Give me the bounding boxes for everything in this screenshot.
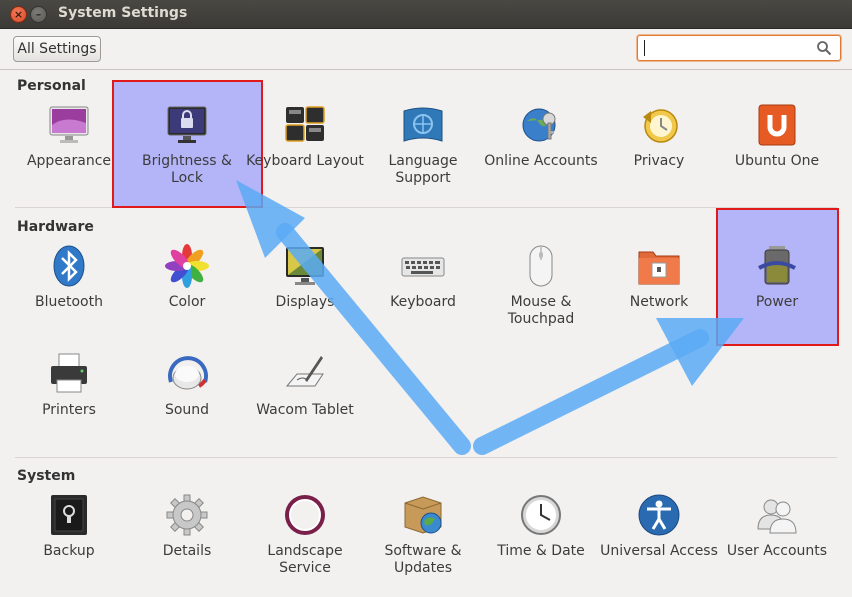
text-caret: [644, 40, 645, 56]
backup-icon: [51, 495, 87, 535]
keyboard-label: Keyboard: [390, 294, 456, 310]
keyboard-layout-label: Keyboard Layout: [246, 153, 364, 169]
close-icon: ×: [13, 8, 24, 21]
toolbar: All Settings: [0, 29, 852, 70]
search-input[interactable]: [637, 35, 841, 61]
color-icon: [165, 244, 209, 288]
software-updates-label: Software & Updates: [384, 543, 462, 576]
time-date-label: Time & Date: [497, 543, 585, 559]
gear-icon: [166, 494, 208, 536]
wacom-tablet-icon: [285, 356, 324, 387]
landscape-service-label: Landscape Service: [267, 543, 343, 576]
appearance-icon: [49, 106, 89, 143]
network-label: Network: [629, 294, 689, 310]
landscape-icon: [285, 495, 325, 535]
bluetooth-label: Bluetooth: [35, 294, 103, 310]
divider: [15, 457, 837, 458]
power-label: Power: [755, 294, 799, 310]
software-updates-icon: [404, 496, 442, 534]
language-support-icon: [403, 107, 443, 142]
backup-label: Backup: [43, 543, 95, 559]
sound-icon: [168, 356, 208, 390]
language-support-label: Language Support: [388, 153, 458, 186]
minimize-icon: –: [35, 8, 42, 21]
minimize-window-button[interactable]: –: [30, 6, 47, 23]
keyboard-icon: [401, 257, 445, 277]
displays-label: Displays: [275, 294, 335, 310]
mouse-icon: [529, 245, 553, 287]
ubuntu-one-icon: [758, 104, 796, 146]
user-accounts-label: User Accounts: [726, 543, 828, 559]
section-hardware: Hardware: [17, 219, 94, 235]
privacy-label: Privacy: [633, 153, 685, 169]
details-label: Details: [162, 543, 212, 559]
close-window-button[interactable]: ×: [10, 6, 27, 23]
privacy-icon: [643, 109, 678, 143]
mouse-touchpad-label: Mouse & Touchpad: [507, 294, 575, 327]
displays-icon: [286, 247, 324, 285]
section-system: System: [17, 468, 76, 484]
online-accounts-icon: [522, 108, 556, 142]
online-accounts-label: Online Accounts: [484, 153, 598, 169]
keyboard-layout-icon: [285, 106, 325, 142]
search-icon: [817, 41, 832, 56]
wacom-tablet-label: Wacom Tablet: [256, 402, 354, 418]
section-personal: Personal: [17, 78, 86, 94]
network-icon: [638, 251, 680, 285]
universal-access-label: Universal Access: [600, 543, 718, 559]
clock-icon: [521, 495, 561, 535]
ubuntu-one-label: Ubuntu One: [734, 153, 820, 169]
power-icon: [758, 246, 796, 285]
brightness-lock-icon: [167, 106, 207, 143]
appearance-label: Appearance: [26, 153, 112, 169]
printers-label: Printers: [42, 402, 96, 418]
title-bar: × – System Settings: [0, 0, 852, 29]
color-label: Color: [168, 294, 206, 310]
window-title: System Settings: [58, 5, 188, 21]
bluetooth-icon: [53, 245, 85, 287]
printer-icon: [51, 353, 87, 393]
sound-label: Sound: [164, 402, 210, 418]
user-accounts-icon: [757, 499, 797, 534]
all-settings-button[interactable]: All Settings: [13, 36, 101, 62]
arrow-to-power: [473, 318, 744, 455]
brightness-lock-label: Brightness & Lock: [142, 153, 232, 186]
universal-access-icon: [638, 494, 680, 536]
